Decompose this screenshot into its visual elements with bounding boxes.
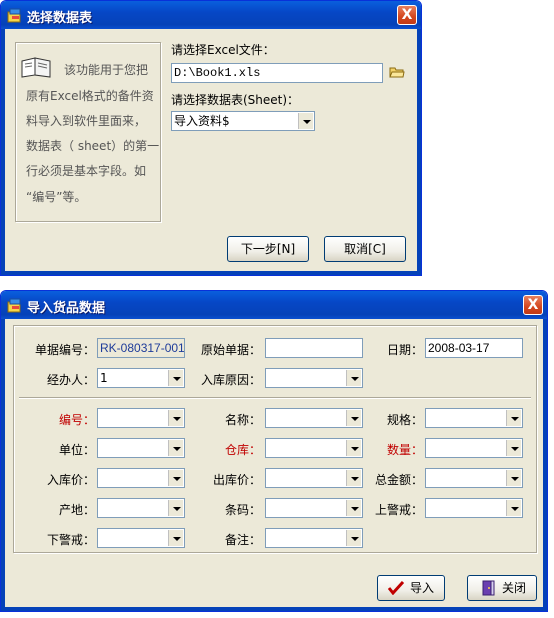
book-icon bbox=[21, 57, 51, 78]
frame-left bbox=[1, 319, 5, 611]
field-name-select[interactable] bbox=[265, 408, 363, 428]
sheet-select-value: 导入资料$ bbox=[174, 114, 230, 128]
field-qty-select[interactable] bbox=[425, 438, 523, 458]
chevron-down-icon[interactable] bbox=[346, 440, 361, 456]
cancel-button[interactable]: 取消[C] bbox=[324, 236, 406, 262]
field-in-price-select[interactable] bbox=[97, 468, 185, 488]
dialog2-titlebar[interactable]: 导入货品数据 X bbox=[1, 291, 547, 319]
field-remark-label: 备注： bbox=[225, 533, 262, 547]
chevron-down-icon[interactable] bbox=[168, 530, 183, 546]
import-button-label: 导入 bbox=[410, 581, 435, 595]
field-spec-select[interactable] bbox=[425, 408, 523, 428]
chevron-down-icon[interactable] bbox=[346, 370, 361, 386]
info-text-3: 料导入到软件里面来， bbox=[26, 114, 147, 128]
reason-select[interactable] bbox=[265, 368, 363, 388]
dialog2-title: 导入货品数据 bbox=[27, 301, 106, 316]
chevron-down-icon[interactable] bbox=[506, 440, 521, 456]
date-input[interactable]: 2008-03-17 bbox=[425, 338, 523, 358]
dialog2-close-button[interactable]: X bbox=[523, 295, 543, 315]
field-barcode-select[interactable] bbox=[265, 498, 363, 518]
section-divider bbox=[19, 397, 531, 399]
info-text-5: 行必须是基本字段。如 bbox=[26, 164, 147, 178]
chevron-down-icon[interactable] bbox=[346, 530, 361, 546]
doc-no-field: RK-080317-001 bbox=[97, 338, 185, 358]
close-button-label: 关闭 bbox=[502, 581, 527, 595]
checkmark-icon bbox=[388, 581, 404, 595]
dialog1-title: 选择数据表 bbox=[27, 11, 93, 26]
chevron-down-icon[interactable] bbox=[168, 410, 183, 426]
close-icon: X bbox=[401, 7, 413, 23]
chevron-down-icon[interactable] bbox=[346, 470, 361, 486]
close-button[interactable]: 关闭 bbox=[467, 575, 537, 601]
field-name-label: 名称： bbox=[225, 413, 262, 427]
chevron-down-icon[interactable] bbox=[298, 113, 313, 129]
field-lower-alert-label: 下警戒： bbox=[47, 533, 96, 547]
chevron-down-icon[interactable] bbox=[506, 500, 521, 516]
sheet-select[interactable]: 导入资料$ bbox=[171, 111, 315, 131]
field-out-price-label: 出库价： bbox=[213, 473, 262, 487]
frame-right bbox=[417, 29, 421, 275]
app-icon bbox=[7, 298, 21, 313]
field-upper-alert-select[interactable] bbox=[425, 498, 523, 518]
close-icon: X bbox=[527, 297, 539, 313]
field-upper-alert-label: 上警戒： bbox=[375, 503, 424, 517]
sheet-label: 请选择数据表(Sheet)： bbox=[171, 93, 300, 107]
chevron-down-icon[interactable] bbox=[506, 410, 521, 426]
frame-bottom bbox=[1, 607, 547, 611]
excel-file-label: 请选择Excel文件： bbox=[171, 43, 275, 57]
field-in-price-label: 入库价： bbox=[47, 473, 96, 487]
field-origin-select[interactable] bbox=[97, 498, 185, 518]
field-code-select[interactable] bbox=[97, 408, 185, 428]
field-unit-select[interactable] bbox=[97, 438, 185, 458]
door-exit-icon bbox=[482, 580, 495, 596]
field-unit-label: 单位： bbox=[59, 443, 96, 457]
chevron-down-icon[interactable] bbox=[168, 370, 183, 386]
info-text-1: 该功能用于您把 bbox=[64, 63, 149, 77]
import-button[interactable]: 导入 bbox=[377, 575, 445, 601]
folder-icon[interactable] bbox=[389, 65, 405, 79]
field-qty-label: 数量： bbox=[387, 443, 424, 457]
chevron-down-icon[interactable] bbox=[168, 500, 183, 516]
info-text-4: 数据表（ sheet）的第一 bbox=[26, 139, 160, 153]
dialog1-titlebar[interactable]: 选择数据表 X bbox=[1, 1, 421, 29]
frame-left bbox=[1, 29, 5, 275]
field-barcode-label: 条码： bbox=[225, 503, 262, 517]
field-origin-label: 产地： bbox=[59, 503, 96, 517]
chevron-down-icon[interactable] bbox=[168, 470, 183, 486]
select-sheet-dialog: 选择数据表 X 该功能用于您把 原有Excel格式的备件资 料导入到软件里面来，… bbox=[0, 0, 422, 276]
frame-bottom bbox=[1, 271, 421, 275]
info-text-6: “编号”等。 bbox=[26, 190, 87, 204]
chevron-down-icon[interactable] bbox=[168, 440, 183, 456]
info-panel: 该功能用于您把 原有Excel格式的备件资 料导入到软件里面来， 数据表（ sh… bbox=[15, 42, 161, 222]
excel-file-input[interactable]: D:\Book1.xls bbox=[171, 63, 383, 83]
field-warehouse-label: 仓库： bbox=[225, 443, 262, 457]
field-lower-alert-select[interactable] bbox=[97, 528, 185, 548]
chevron-down-icon[interactable] bbox=[346, 410, 361, 426]
orig-doc-label: 原始单据： bbox=[201, 343, 262, 357]
field-total-select[interactable] bbox=[425, 468, 523, 488]
field-total-label: 总金额： bbox=[375, 473, 424, 487]
handler-select-value: 1 bbox=[100, 371, 108, 385]
field-remark-select[interactable] bbox=[265, 528, 363, 548]
info-text-2: 原有Excel格式的备件资 bbox=[26, 89, 154, 103]
field-spec-label: 规格： bbox=[387, 413, 424, 427]
chevron-down-icon[interactable] bbox=[346, 500, 361, 516]
reason-label: 入库原因： bbox=[201, 373, 262, 387]
frame-right bbox=[543, 319, 547, 611]
field-warehouse-select[interactable] bbox=[265, 438, 363, 458]
next-button[interactable]: 下一步[N] bbox=[227, 236, 309, 262]
handler-select[interactable]: 1 bbox=[97, 368, 185, 388]
dialog1-close-button[interactable]: X bbox=[397, 5, 417, 25]
chevron-down-icon[interactable] bbox=[506, 470, 521, 486]
import-goods-dialog: 导入货品数据 X 单据编号： RK-080317-001 原始单据： 日期： 2… bbox=[0, 290, 548, 612]
date-label: 日期： bbox=[387, 343, 424, 357]
orig-doc-input[interactable] bbox=[265, 338, 363, 358]
field-code-label: 编号： bbox=[59, 413, 96, 427]
field-out-price-select[interactable] bbox=[265, 468, 363, 488]
doc-no-label: 单据编号： bbox=[35, 343, 96, 357]
app-icon bbox=[7, 8, 21, 23]
handler-label: 经办人： bbox=[47, 373, 96, 387]
